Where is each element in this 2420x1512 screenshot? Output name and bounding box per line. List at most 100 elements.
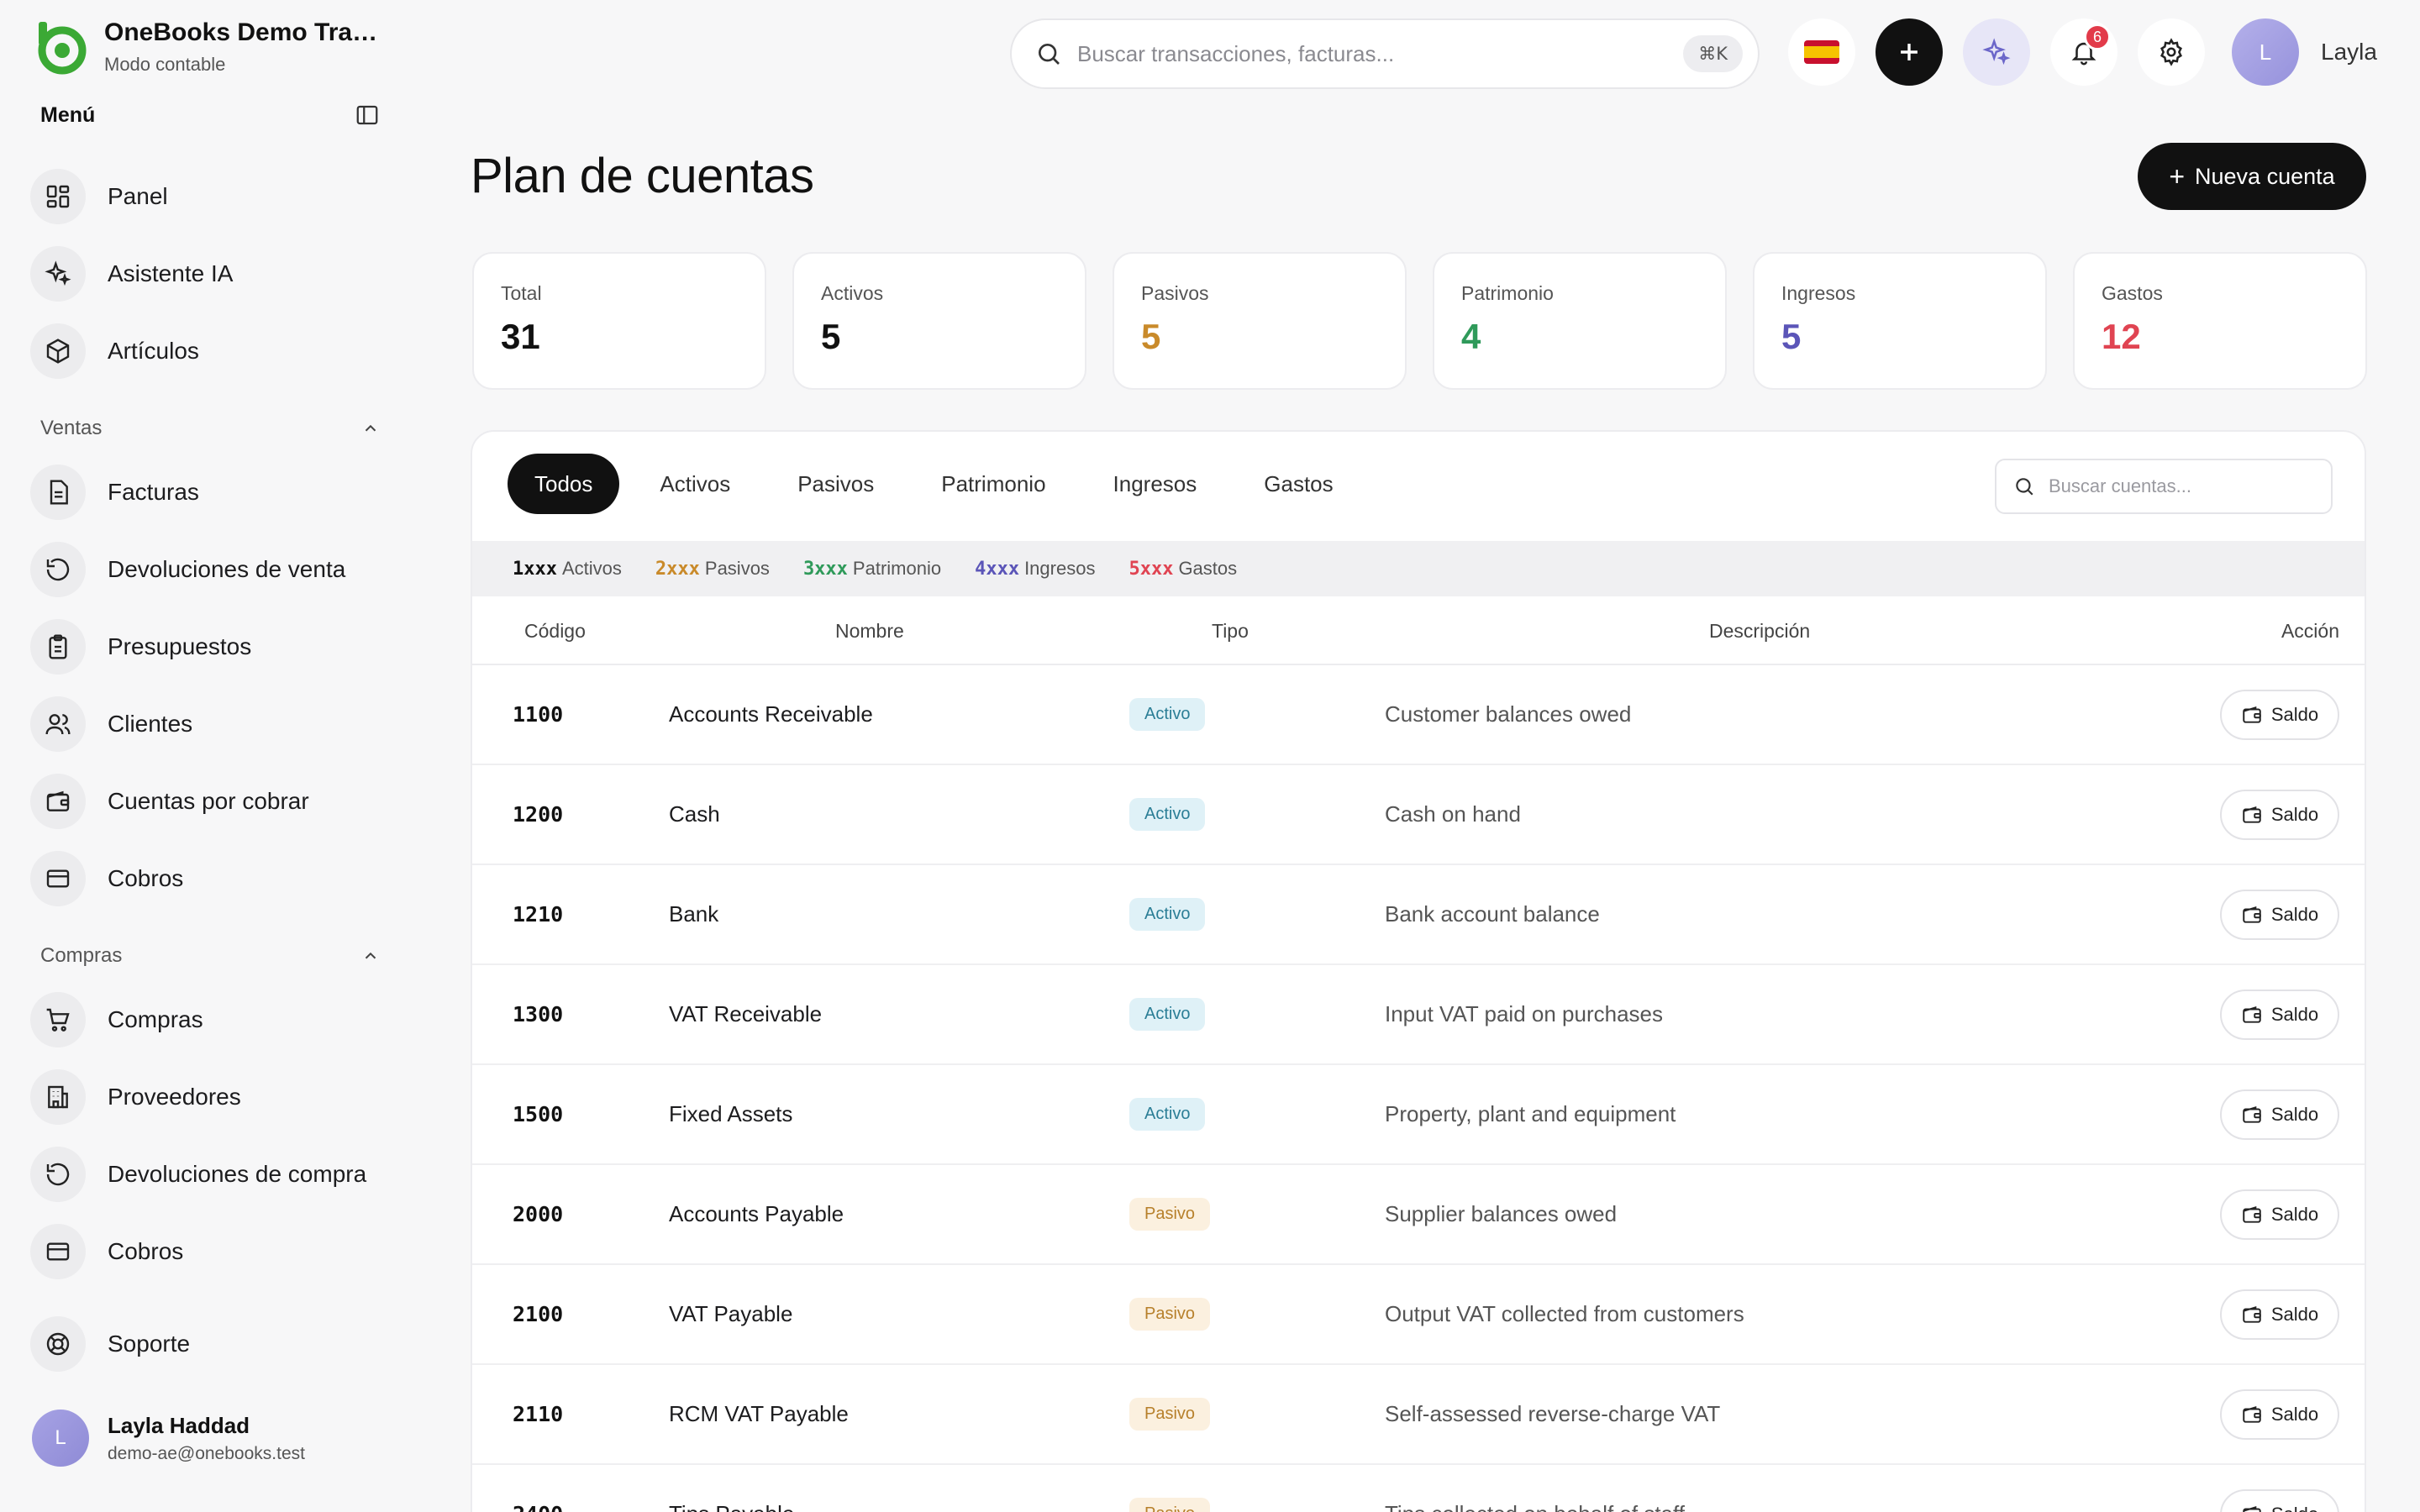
nav-item-asistente-ia[interactable]: Asistente IA [30, 244, 383, 304]
balance-button[interactable]: Saldo [2220, 1189, 2339, 1240]
balance-button[interactable]: Saldo [2220, 889, 2339, 940]
settings-button[interactable] [2138, 18, 2205, 86]
account-name: VAT Receivable [669, 1001, 823, 1026]
nav-item-cobros-ventas[interactable]: Cobros [30, 848, 383, 909]
nav-label: Devoluciones de compra [108, 1161, 367, 1187]
tab-ingresos[interactable]: Ingresos [1086, 454, 1224, 514]
balance-button[interactable]: Saldo [2220, 1289, 2339, 1340]
section-compras[interactable]: Compras [40, 944, 380, 968]
nav-item-soporte[interactable]: Soporte [30, 1314, 383, 1374]
account-name: Bank [669, 901, 719, 927]
legend-item: 3xxx Patrimonio [803, 558, 941, 580]
nav-label: Compras [108, 1006, 203, 1032]
table-row[interactable]: 1300 VAT Receivable Activo Input VAT paid o… [472, 965, 2365, 1065]
balance-button[interactable]: Saldo [2220, 1089, 2339, 1140]
sidebar-toggle-icon[interactable] [355, 102, 380, 128]
table-row[interactable]: 2000 Accounts Payable Pasivo Supplier balan… [472, 1165, 2365, 1265]
tab-gastos[interactable]: Gastos [1237, 454, 1360, 514]
account-name: Cash [669, 801, 720, 827]
balance-button[interactable]: Saldo [2220, 789, 2339, 840]
balance-button-label: Saldo [2270, 1103, 2319, 1125]
user-email: demo-ae@onebooks.test [108, 1443, 305, 1463]
section-ventas[interactable]: Ventas [40, 417, 380, 440]
table-row[interactable]: 2100 VAT Payable Pasivo Output VAT collecte… [472, 1265, 2365, 1365]
account-search[interactable] [1995, 459, 2333, 514]
stat-value: 5 [821, 317, 841, 356]
global-search-input[interactable] [1077, 40, 1684, 67]
nav-item-devoluciones-compra[interactable]: Devoluciones de compra [30, 1144, 383, 1205]
legend-code: 2xxx [655, 559, 700, 580]
nav-item-clientes[interactable]: Clientes [30, 694, 383, 754]
user-card[interactable]: L Layla Haddad demo-ae@onebooks.test [32, 1410, 305, 1467]
account-code: 1300 [513, 1002, 564, 1026]
wallet-icon [46, 790, 70, 811]
stat-value: 31 [501, 317, 540, 356]
account-type-badge: Pasivo [1129, 1398, 1211, 1431]
tab-pasivos[interactable]: Pasivos [771, 454, 901, 514]
sparkles-icon [45, 260, 71, 286]
quick-add-button[interactable] [1876, 18, 1943, 86]
wallet-icon [2243, 806, 2261, 823]
account-description: Bank account balance [1385, 901, 1600, 927]
balance-button[interactable]: Saldo [2220, 989, 2339, 1040]
new-account-button[interactable]: + Nueva cuenta [2138, 143, 2366, 210]
table-row[interactable]: 1100 Accounts Receivable Activo Customer ba… [472, 665, 2365, 765]
shortcut-hint: ⌘K [1683, 35, 1743, 72]
stat-label: Gastos [2102, 282, 2163, 304]
nav-label: Asistente IA [108, 260, 234, 286]
balance-button-label: Saldo [2271, 1504, 2318, 1512]
language-button[interactable] [1788, 18, 1855, 86]
brand[interactable]: OneBooks Demo Trading Modo contable [32, 18, 381, 76]
tab-activos[interactable]: Activos [633, 454, 757, 514]
account-name: RCM VAT Payable [669, 1401, 849, 1426]
brand-name: OneBooks Demo Trading [104, 18, 381, 46]
account-code: 1200 [513, 802, 564, 827]
table-row[interactable]: 1500 Fixed Assets Activo Property, plant an… [472, 1065, 2365, 1165]
nav-item-cobros-compras[interactable]: Cobros [30, 1221, 383, 1282]
onebooks-logo-icon [38, 22, 87, 75]
account-menu[interactable]: L Layla [2232, 18, 2377, 86]
search-icon [1039, 44, 1060, 65]
table-row[interactable]: 1200 Cash Activo Cash on hand Saldo [472, 765, 2365, 865]
ai-assistant-button[interactable] [1963, 18, 2030, 86]
tab-todos[interactable]: Todos [508, 454, 620, 514]
nav-item-presupuestos[interactable]: Presupuestos [30, 617, 383, 677]
nav-label: Clientes [108, 711, 193, 737]
table-row[interactable]: 1210 Bank Activo Bank account balance Saldo [472, 865, 2365, 965]
account-description: Supplier balances owed [1385, 1201, 1618, 1226]
table-row[interactable]: 2110 RCM VAT Payable Pasivo Self-assessed r… [472, 1365, 2365, 1465]
wallet-icon [2243, 1005, 2261, 1023]
nav-item-facturas[interactable]: Facturas [30, 462, 383, 522]
stat-card-gastos: Gastos 12 [2073, 252, 2367, 390]
balance-button-label: Saldo [2270, 1003, 2319, 1025]
account-type-badge: Activo [1129, 998, 1206, 1031]
account-name: VAT Payable [669, 1301, 793, 1326]
nav-label: Cuentas por cobrar [108, 788, 309, 814]
account-code: 2110 [513, 1402, 564, 1426]
nav-item-proveedores[interactable]: Proveedores [30, 1067, 383, 1127]
tab-patrimonio[interactable]: Patrimonio [914, 454, 1072, 514]
accounts-card: Todos Activos Pasivos Patrimonio Ingreso… [471, 430, 2366, 1512]
nav-item-devoluciones-venta[interactable]: Devoluciones de venta [30, 539, 383, 600]
balance-button[interactable]: Saldo [2220, 1488, 2339, 1512]
nav-item-cuentas-por-cobrar[interactable]: Cuentas por cobrar [30, 771, 383, 832]
brand-mode: Modo contable [104, 54, 226, 75]
nav-label: Presupuestos [108, 633, 252, 659]
nav-item-compras[interactable]: Compras [30, 990, 383, 1050]
notifications-button[interactable]: 6 [2050, 18, 2118, 86]
column-header-action: Acción [2281, 620, 2339, 642]
balance-button-label: Saldo [2270, 1403, 2319, 1425]
table-row[interactable]: 2400 Tips Payable Pasivo Tips collected on … [472, 1465, 2365, 1512]
balance-button[interactable]: Saldo [2220, 1389, 2339, 1440]
column-header-code: Código [524, 620, 586, 642]
account-description: Self-assessed reverse-charge VAT [1385, 1401, 1721, 1426]
account-name: Fixed Assets [669, 1101, 793, 1126]
nav-item-articulos[interactable]: Artículos [30, 321, 383, 381]
legend-label: Ingresos [1024, 558, 1096, 579]
account-description: Input VAT paid on purchases [1385, 1001, 1663, 1026]
balance-button-label: Saldo [2270, 1303, 2319, 1325]
global-search[interactable]: ⌘K [1010, 18, 1760, 89]
account-search-input[interactable] [2049, 475, 2314, 497]
nav-item-panel[interactable]: Panel [30, 166, 383, 227]
balance-button[interactable]: Saldo [2220, 689, 2339, 740]
